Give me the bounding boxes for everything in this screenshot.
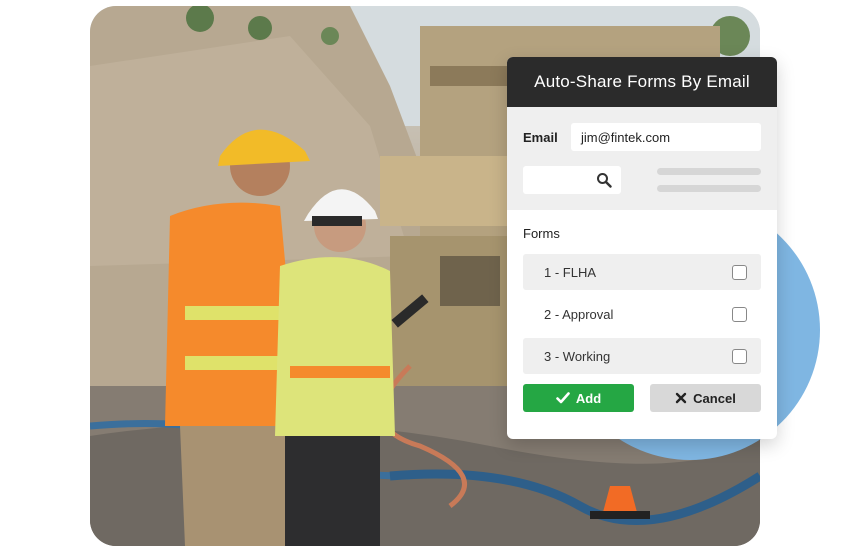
forms-title: Forms xyxy=(523,226,560,241)
dialog-input-area: Email jim@fintek.com xyxy=(507,107,777,210)
form-checkbox[interactable] xyxy=(732,264,747,280)
forms-section: Forms 1 - FLHA 2 - Approval 3 - Working xyxy=(507,210,777,374)
x-icon xyxy=(675,392,687,404)
email-row: Email jim@fintek.com xyxy=(523,123,761,151)
form-checkbox[interactable] xyxy=(732,306,747,322)
dialog-title: Auto-Share Forms By Email xyxy=(507,57,777,107)
dialog-actions: Add Cancel xyxy=(507,384,777,412)
add-button-label: Add xyxy=(575,390,602,406)
email-field[interactable]: jim@fintek.com xyxy=(571,123,761,151)
form-item-label: 2 - Approval xyxy=(544,306,614,322)
check-icon xyxy=(556,392,570,404)
form-item-approval[interactable]: 2 - Approval xyxy=(523,296,761,332)
form-item-flha[interactable]: 1 - FLHA xyxy=(523,254,761,290)
cancel-button[interactable]: Cancel xyxy=(650,384,761,412)
placeholder-line xyxy=(657,185,761,192)
form-item-label: 3 - Working xyxy=(544,348,611,364)
placeholder-line xyxy=(657,168,761,175)
form-item-working[interactable]: 3 - Working xyxy=(523,338,761,374)
search-row xyxy=(523,166,761,194)
placeholder-lines xyxy=(657,168,761,192)
cancel-button-label: Cancel xyxy=(693,390,736,406)
form-item-label: 1 - FLHA xyxy=(544,264,597,280)
auto-share-dialog: Auto-Share Forms By Email Email jim@fint… xyxy=(507,57,777,439)
email-label: Email xyxy=(523,129,558,145)
search-icon[interactable] xyxy=(596,172,612,188)
add-button[interactable]: Add xyxy=(523,384,634,412)
form-checkbox[interactable] xyxy=(732,348,747,364)
search-input[interactable] xyxy=(523,166,621,194)
